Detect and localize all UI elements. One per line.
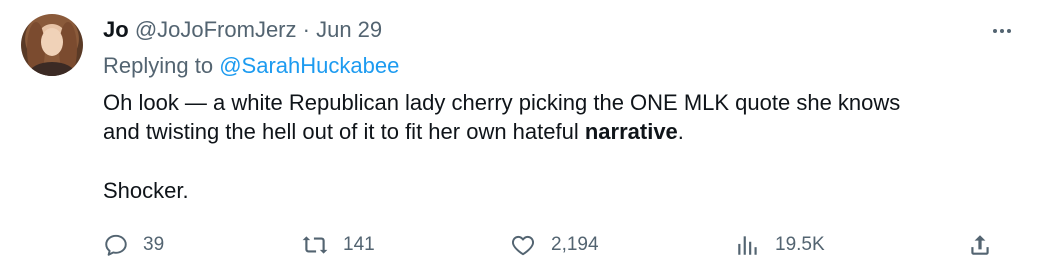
- tweet-text: Oh look — a white Republican lady cherry…: [103, 88, 1013, 205]
- repost-icon: [302, 236, 328, 254]
- reply-icon: [105, 234, 127, 256]
- tweet-text-bold: narrative: [584, 119, 678, 144]
- views-count: 19.5K: [775, 234, 825, 255]
- action-bar: 39 141 2,194 19.5K: [103, 230, 1013, 260]
- views-button[interactable]: 19.5K: [735, 230, 825, 260]
- tweet-header: Jo @JoJoFromJerz · Jun 29: [103, 16, 382, 44]
- share-icon: [971, 235, 989, 255]
- tweet-date[interactable]: Jun 29: [316, 17, 382, 42]
- more-button[interactable]: [985, 14, 1019, 48]
- share-button[interactable]: [967, 230, 993, 260]
- repost-button[interactable]: 141: [301, 230, 375, 260]
- like-icon: [512, 235, 534, 256]
- replying-to: Replying to @SarahHuckabee: [103, 52, 399, 80]
- author-handle[interactable]: @JoJoFromJerz: [135, 17, 297, 42]
- tweet-text-line-2-start: and twisting the hell out of it to fit h…: [103, 119, 585, 144]
- views-icon: [738, 236, 757, 255]
- avatar-face: [41, 28, 63, 56]
- replying-prefix: Replying to: [103, 53, 214, 78]
- tweet-text-line-2-end: .: [677, 119, 684, 144]
- tweet-text-line-2: and twisting the hell out of it to fit h…: [103, 117, 1013, 146]
- avatar[interactable]: [21, 14, 83, 76]
- repost-count: 141: [343, 234, 375, 255]
- header-separator: ·: [302, 17, 310, 42]
- reply-button[interactable]: 39: [103, 230, 164, 260]
- like-count: 2,194: [551, 234, 599, 255]
- tweet[interactable]: Jo @JoJoFromJerz · Jun 29 Replying to @S…: [0, 0, 1037, 276]
- reply-mention-link[interactable]: @SarahHuckabee: [219, 53, 399, 78]
- like-button[interactable]: 2,194: [509, 230, 599, 260]
- author-name[interactable]: Jo: [103, 17, 129, 42]
- more-icon: [993, 29, 1011, 33]
- reply-count: 39: [143, 234, 165, 255]
- tweet-text-line-3: Shocker.: [103, 178, 189, 203]
- tweet-text-line-1: Oh look — a white Republican lady cherry…: [103, 90, 901, 115]
